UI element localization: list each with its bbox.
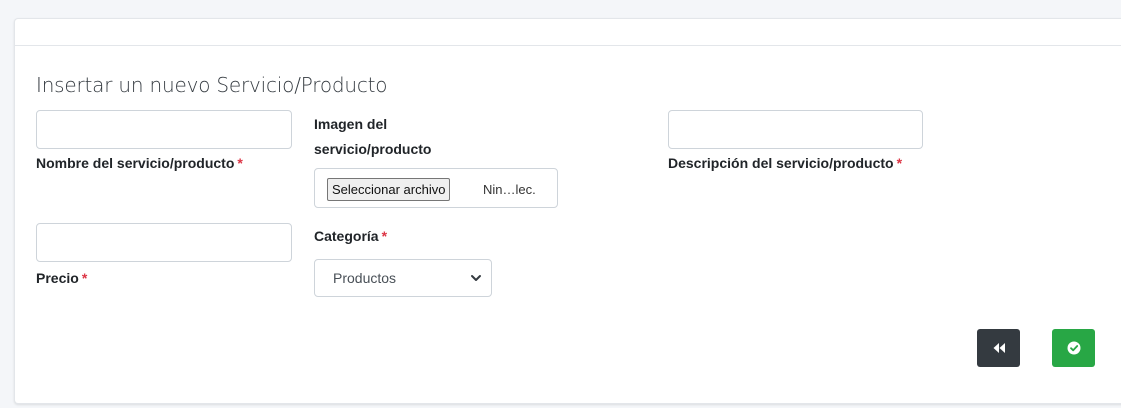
file-name-text: Nin…lec. (483, 182, 536, 197)
form-card: Insertar un nuevo Servicio/Producto Nomb… (14, 18, 1121, 404)
required-mark: * (237, 155, 243, 171)
check-circle-icon (1067, 341, 1080, 355)
name-input[interactable] (36, 110, 292, 149)
name-label: Nombre del servicio/producto * (36, 155, 243, 171)
price-input[interactable] (36, 223, 292, 262)
image-label-line1: Imagen del (314, 116, 388, 132)
submit-button[interactable] (1052, 329, 1095, 367)
required-mark: * (381, 228, 388, 244)
required-mark: * (896, 155, 903, 171)
card-header (15, 19, 1121, 46)
back-button[interactable] (977, 329, 1020, 367)
chevron-down-icon (471, 275, 481, 281)
category-selected-value: Productos (333, 270, 397, 286)
image-label-line2: servicio/producto (314, 141, 432, 157)
category-select[interactable]: Productos (314, 259, 492, 297)
form-title: Insertar un nuevo Servicio/Producto (36, 73, 388, 97)
choose-file-button[interactable]: Seleccionar archivo (327, 178, 451, 201)
required-mark: * (81, 270, 88, 286)
fast-backward-icon (993, 343, 1005, 353)
category-label: Categoría * (314, 228, 388, 244)
description-input[interactable] (668, 110, 923, 149)
description-label: Descripción del servicio/producto * (668, 155, 903, 171)
image-file-input[interactable]: Seleccionar archivo Nin…lec. (314, 168, 558, 208)
price-label: Precio * (36, 270, 88, 286)
